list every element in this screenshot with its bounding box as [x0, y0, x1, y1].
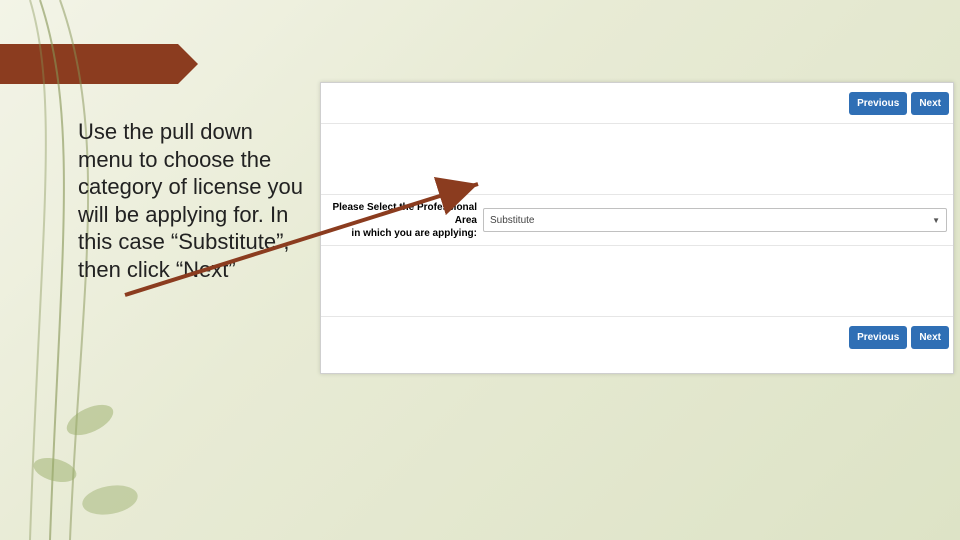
professional-area-selected-value: Substitute — [490, 215, 534, 226]
previous-button-top[interactable]: Previous — [849, 92, 907, 115]
next-button-top[interactable]: Next — [911, 92, 949, 115]
nav-bottom: Previous Next — [321, 317, 953, 357]
next-button-bottom[interactable]: Next — [911, 326, 949, 349]
previous-button-bottom[interactable]: Previous — [849, 326, 907, 349]
nav-top: Previous Next — [321, 83, 953, 123]
chevron-down-icon: ▼ — [932, 216, 940, 225]
professional-area-label: Please Select the Professional Area in w… — [327, 201, 483, 240]
app-screenshot-panel: Previous Next Please Select the Professi… — [320, 82, 954, 374]
professional-area-row: Please Select the Professional Area in w… — [321, 195, 953, 245]
professional-area-select[interactable]: Substitute ▼ — [483, 208, 947, 232]
instruction-text: Use the pull down menu to choose the cat… — [78, 118, 313, 283]
slide-banner — [0, 44, 178, 84]
